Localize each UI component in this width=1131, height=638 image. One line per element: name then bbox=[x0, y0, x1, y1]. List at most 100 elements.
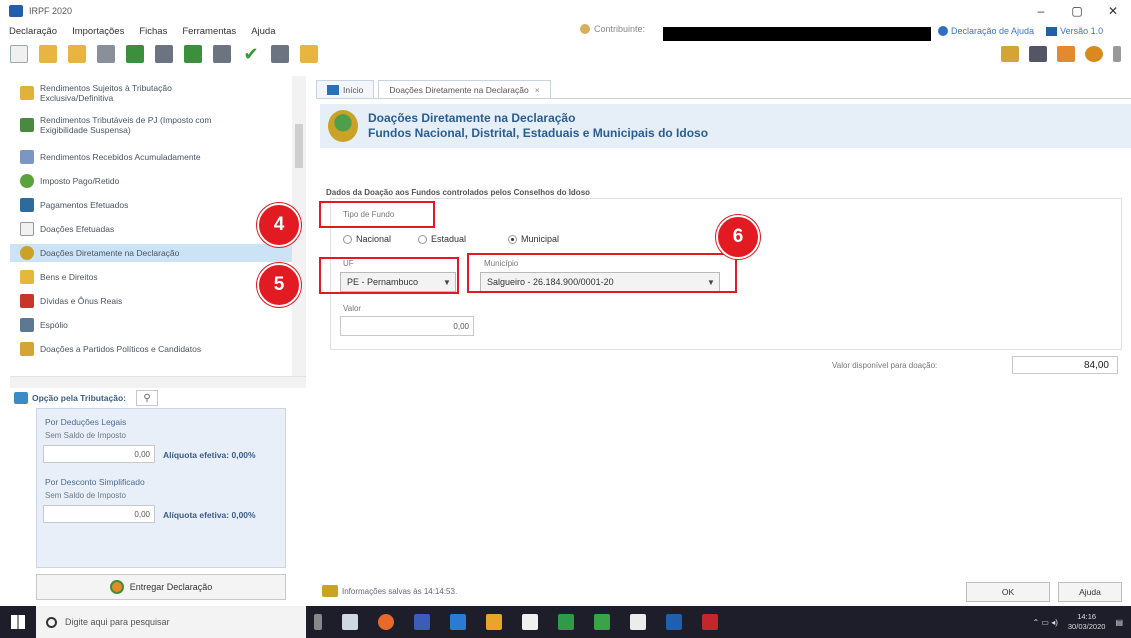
annotation-badge-6: 6 bbox=[716, 215, 760, 259]
system-tray: ⌃ ▭ ◂) 14:16 30/03/2020 ▤ bbox=[1033, 606, 1124, 638]
radio-dot-selected bbox=[508, 234, 517, 244]
tray-icons[interactable]: ⌃ ▭ ◂) bbox=[1033, 618, 1058, 627]
option-header: Opção pela Tributação: ⚲ bbox=[10, 388, 306, 408]
desconto-simplificado-option[interactable]: Por Desconto Simplificado bbox=[45, 477, 145, 487]
new-file-icon[interactable] bbox=[10, 45, 28, 63]
excel-icon[interactable] bbox=[558, 614, 574, 630]
menu-importacoes[interactable]: Importações bbox=[72, 26, 124, 37]
sidebar-item-label: Doações Diretamente na Declaração bbox=[40, 248, 180, 258]
close-tab-icon[interactable]: × bbox=[535, 85, 540, 95]
trash-icon[interactable] bbox=[97, 45, 115, 63]
check-icon[interactable]: ✔ bbox=[242, 44, 260, 64]
deliver-button[interactable]: Entregar Declaração bbox=[36, 574, 286, 600]
file-explorer-icon[interactable] bbox=[486, 614, 502, 630]
form-header: Doações Diretamente na Declaração Fundos… bbox=[320, 104, 1131, 148]
sidebar-item-doacoes-partidos[interactable]: Doações a Partidos Políticos e Candidato… bbox=[10, 340, 296, 358]
annotation-badge-4: 4 bbox=[257, 203, 301, 247]
task-view-icon[interactable] bbox=[342, 614, 358, 630]
valor-input[interactable]: 0,00 bbox=[340, 316, 474, 336]
open-folder-icon[interactable] bbox=[39, 45, 57, 63]
sidebar-item-espolio[interactable]: Espólio bbox=[10, 316, 296, 334]
radio-nacional[interactable]: Nacional bbox=[343, 234, 391, 244]
home-icon[interactable] bbox=[1057, 46, 1075, 62]
taskbar-search[interactable]: Digite aqui para pesquisar bbox=[36, 606, 306, 638]
radio-dot bbox=[343, 234, 352, 244]
store-icon[interactable] bbox=[522, 614, 538, 630]
search-icon[interactable]: ⚲ bbox=[136, 390, 158, 406]
notification-icon[interactable]: ▤ bbox=[1115, 618, 1123, 627]
clock[interactable]: 14:16 30/03/2020 bbox=[1068, 612, 1106, 632]
brasil-icon[interactable] bbox=[1085, 46, 1103, 62]
disponivel-label: Valor disponível para doação: bbox=[832, 361, 938, 370]
scroll-thumb[interactable] bbox=[295, 124, 303, 168]
pdf-icon[interactable] bbox=[702, 614, 718, 630]
sidebar-item-dividas[interactable]: Dívidas e Ônus Reais bbox=[10, 292, 296, 310]
cortana-icon bbox=[46, 616, 57, 628]
help-button[interactable]: Ajuda bbox=[1058, 582, 1122, 602]
tab-doacoes[interactable]: Doações Diretamente na Declaração × bbox=[378, 80, 551, 98]
annotation-box-6 bbox=[467, 253, 737, 293]
sidebar-item-doacoes-efetuadas[interactable]: Doações Efetuadas bbox=[10, 220, 296, 238]
simplificado-aliquota: Alíquota efetiva: 0,00% bbox=[163, 510, 256, 520]
sidebar-item-rendimentos-acumulados[interactable]: Rendimentos Recebidos Acumuladamente bbox=[10, 148, 296, 166]
menu-ferramentas[interactable]: Ferramentas bbox=[182, 26, 236, 37]
close-button[interactable]: ✕ bbox=[1095, 0, 1131, 22]
status-text: Informações salvas às 14:14:53. bbox=[342, 586, 458, 596]
annotation-box-4 bbox=[319, 201, 435, 228]
receita-icon[interactable] bbox=[1001, 46, 1019, 62]
start-button[interactable] bbox=[0, 606, 36, 638]
tab-bar: Início Doações Diretamente na Declaração… bbox=[316, 78, 555, 98]
print-icon[interactable] bbox=[213, 45, 231, 63]
maximize-button[interactable]: ▢ bbox=[1059, 0, 1095, 22]
page-title: Doações Diretamente na Declaração bbox=[368, 111, 576, 125]
book-icon[interactable] bbox=[300, 45, 318, 63]
deducoes-legais-option[interactable]: Por Deduções Legais bbox=[45, 417, 126, 427]
version-icon bbox=[1046, 26, 1058, 36]
tab-inicio[interactable]: Início bbox=[316, 80, 375, 98]
chat-icon[interactable] bbox=[1029, 46, 1047, 62]
sidebar-item-pagamentos[interactable]: Pagamentos Efetuados bbox=[10, 196, 296, 214]
app-icon-1[interactable] bbox=[414, 614, 430, 630]
irpf-taskbar-icon[interactable] bbox=[666, 614, 682, 630]
radio-estadual[interactable]: Estadual bbox=[418, 234, 466, 244]
sidebar-item-exigibilidade-suspensa[interactable]: Rendimentos Tributáveis de PJ (Imposto c… bbox=[10, 112, 296, 138]
menu-declaracao[interactable]: Declaração bbox=[9, 26, 57, 37]
window-title: IRPF 2020 bbox=[29, 6, 73, 16]
firefox-icon[interactable] bbox=[378, 614, 394, 630]
sidebar-item-imposto-pago[interactable]: Imposto Pago/Retido bbox=[10, 172, 296, 190]
sidebar-horizontal-scrollbar[interactable] bbox=[10, 376, 306, 388]
option-header-label: Opção pela Tributação: bbox=[32, 393, 126, 403]
version-link[interactable]: Versão 1.0 bbox=[1060, 26, 1103, 36]
report-icon[interactable] bbox=[271, 45, 289, 63]
app-icon-2[interactable] bbox=[594, 614, 610, 630]
menu-fichas[interactable]: Fichas bbox=[139, 26, 167, 37]
deliver-icon bbox=[109, 580, 124, 594]
valor-label: Valor bbox=[343, 304, 362, 313]
user-icon bbox=[580, 24, 590, 34]
print-preview-icon[interactable] bbox=[155, 45, 173, 63]
menu-ajuda[interactable]: Ajuda bbox=[251, 26, 275, 37]
sidebar-item-label: Pagamentos Efetuados bbox=[40, 200, 129, 210]
ok-button[interactable]: OK bbox=[966, 582, 1050, 602]
sidebar-item-bens-direitos[interactable]: Bens e Direitos bbox=[10, 268, 296, 286]
options-icon bbox=[14, 392, 28, 404]
sidebar-item-label: Espólio bbox=[40, 320, 68, 330]
help-link[interactable]: Declaração de Ajuda bbox=[951, 26, 1034, 36]
globe-icon[interactable] bbox=[184, 45, 202, 63]
search-placeholder: Digite aqui para pesquisar bbox=[65, 617, 170, 627]
sidebar-item-doacoes-diretamente[interactable]: Doações Diretamente na Declaração bbox=[10, 244, 296, 262]
transfer-icon[interactable] bbox=[126, 45, 144, 63]
edge-icon[interactable] bbox=[450, 614, 466, 630]
sidebar-item-label: Dívidas e Ônus Reais bbox=[40, 296, 123, 306]
minimize-button[interactable]: – bbox=[1023, 0, 1059, 22]
political-donation-icon bbox=[20, 342, 34, 356]
folder-icon[interactable] bbox=[68, 45, 86, 63]
sidebar-item-label: Doações a Partidos Políticos e Candidato… bbox=[40, 344, 202, 354]
mail-icon[interactable] bbox=[630, 614, 646, 630]
more-icon[interactable] bbox=[1113, 46, 1121, 62]
sidebar-item-tributacao-exclusiva[interactable]: Rendimentos Sujeitos à Tributação Exclus… bbox=[10, 80, 296, 106]
radio-municipal[interactable]: Municipal bbox=[508, 234, 559, 244]
windows-icon bbox=[11, 615, 25, 629]
mic-icon[interactable] bbox=[314, 614, 322, 630]
donations-icon bbox=[20, 222, 34, 236]
